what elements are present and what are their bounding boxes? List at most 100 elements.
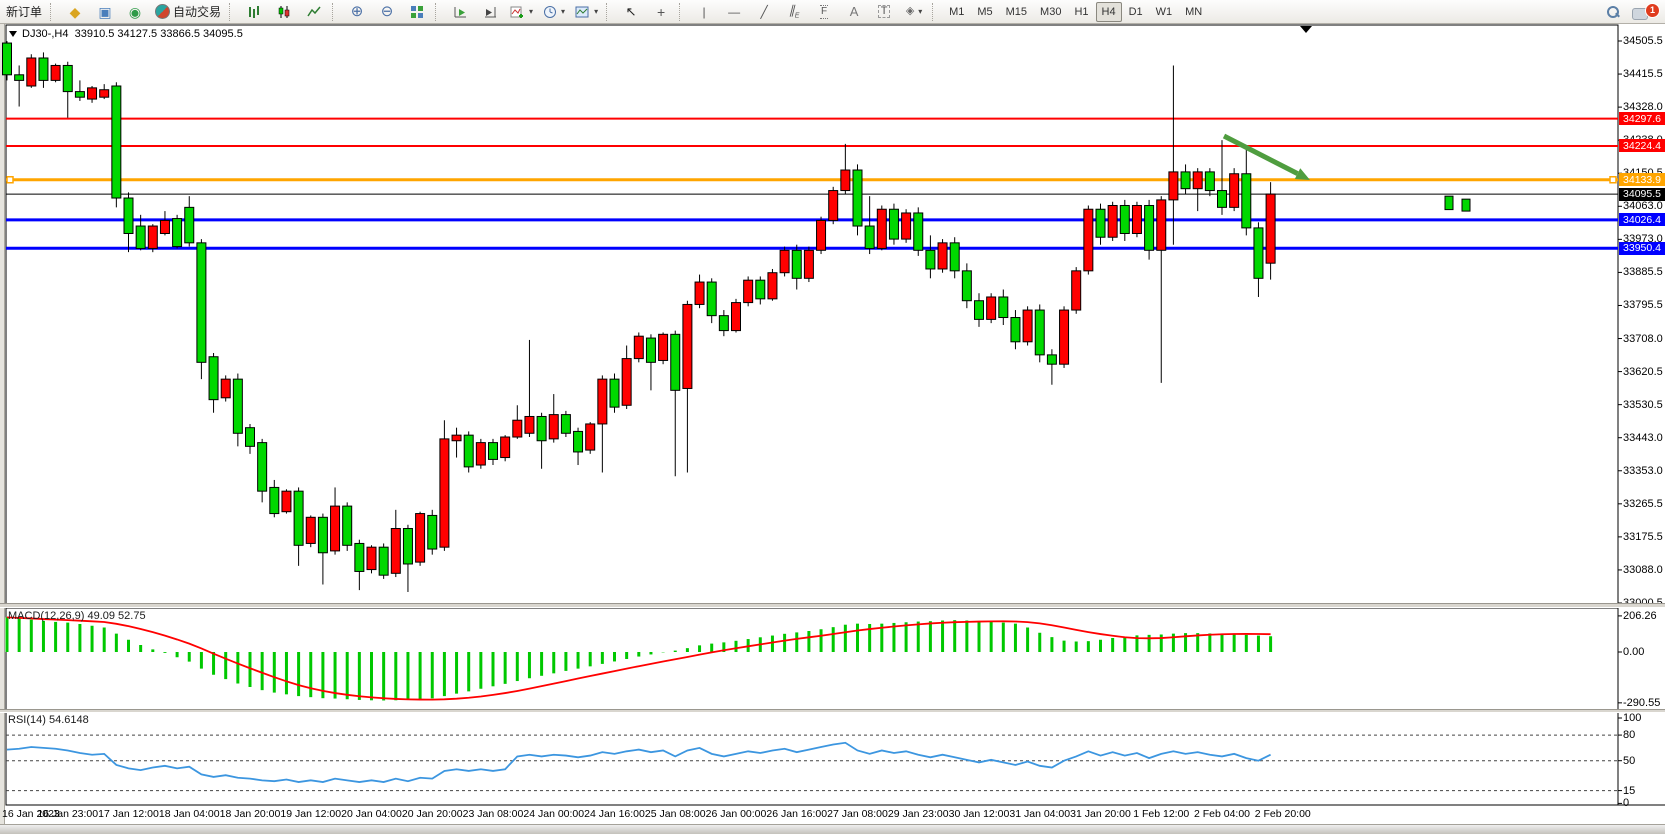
timeframe-button-h1[interactable]: H1	[1068, 2, 1094, 22]
panel-splitter[interactable]	[0, 603, 1665, 608]
timeframe-button-w1[interactable]: W1	[1150, 2, 1179, 22]
templates-button[interactable]: ▾	[571, 1, 602, 23]
chart-title: DJ30-,H4 33910.5 34127.5 33866.5 34095.5	[22, 28, 243, 40]
vertical-line-button[interactable]: |	[690, 1, 718, 23]
candle	[318, 517, 327, 552]
line-chart-button[interactable]	[300, 1, 328, 23]
date-axis-label: 23 Jan 08:00	[463, 808, 524, 820]
indicators-button[interactable]: ▾	[506, 1, 537, 23]
macd-axis-label: 206.26	[1623, 610, 1657, 622]
price-tick-label: 33443.0	[1623, 432, 1663, 444]
periods-button[interactable]: ▾	[539, 1, 569, 23]
candle	[100, 90, 109, 97]
shapes-button[interactable]: ◈▾	[900, 1, 928, 23]
label-button[interactable]: T	[870, 1, 898, 23]
price-tick-label: 33620.5	[1623, 366, 1663, 378]
date-axis-label: 18 Jan 20:00	[220, 808, 281, 820]
candle	[148, 226, 157, 248]
candle	[646, 338, 655, 362]
candle	[853, 170, 862, 226]
candle	[962, 271, 971, 301]
candle	[999, 297, 1008, 318]
timeframe-button-mn[interactable]: MN	[1179, 2, 1208, 22]
timeframe-button-m1[interactable]: M1	[943, 2, 970, 22]
horizontal-scrollbar[interactable]	[0, 824, 1665, 834]
rsi-axis-label: 80	[1623, 729, 1635, 741]
price-badge-34026.4: 34026.4	[1619, 213, 1665, 226]
price-badge-33950.4: 33950.4	[1619, 242, 1665, 255]
fibonacci-button[interactable]: F	[810, 1, 838, 23]
zoom-in-button[interactable]: ⊕	[343, 1, 371, 23]
rsi-axis-label: 15	[1623, 785, 1635, 797]
chart-shift-marker[interactable]	[1300, 26, 1312, 33]
search-icon	[1606, 5, 1620, 19]
new-order-button[interactable]: 新订单	[2, 1, 46, 23]
candle	[379, 547, 388, 575]
candle	[829, 191, 838, 221]
rsi-axis-label: 100	[1623, 712, 1641, 724]
arrow-annotation[interactable]	[1224, 136, 1298, 174]
candle	[331, 506, 340, 551]
signals-button[interactable]: ◉	[121, 1, 149, 23]
chat-button[interactable]: 1	[1629, 1, 1663, 23]
timeframe-button-d1[interactable]: D1	[1123, 2, 1149, 22]
horizontal-line-icon: —	[728, 6, 740, 18]
candle	[841, 170, 850, 191]
candle	[804, 250, 813, 278]
timeframe-button-h4[interactable]: H4	[1096, 2, 1122, 22]
candle	[561, 415, 570, 434]
candle	[877, 209, 886, 248]
toolbar-separator	[332, 3, 339, 21]
candle	[1193, 172, 1202, 189]
ohlc-bars-icon	[247, 5, 261, 19]
date-axis-label: 19 Jan 12:00	[280, 808, 341, 820]
crosshair-button[interactable]: +	[647, 1, 675, 23]
channel-button[interactable]: ∥E	[780, 1, 808, 23]
market-icon: ◆	[70, 5, 81, 19]
trendline-button[interactable]: ╱	[750, 1, 778, 23]
date-axis-label: 26 Jan 00:00	[706, 808, 767, 820]
candle	[574, 431, 583, 452]
collapse-triangle-icon[interactable]	[9, 31, 17, 37]
date-axis-label: 26 Jan 16:00	[766, 808, 827, 820]
candlestick-button[interactable]	[270, 1, 298, 23]
market-button[interactable]: ◆	[61, 1, 89, 23]
line-handle[interactable]	[7, 177, 13, 183]
text-button[interactable]: A	[840, 1, 868, 23]
toolbar-separator	[435, 3, 442, 21]
ohlc-bars-button[interactable]	[240, 1, 268, 23]
zoom-out-icon: ⊖	[381, 4, 394, 19]
rsi-axis-label: 50	[1623, 755, 1635, 767]
timeframe-button-m5[interactable]: M5	[971, 2, 998, 22]
candle	[1181, 172, 1190, 189]
accounts-button[interactable]: ▣	[91, 1, 119, 23]
new-order-label: 新订单	[6, 3, 42, 20]
panel-splitter[interactable]	[0, 709, 1665, 713]
tile-windows-button[interactable]	[403, 1, 431, 23]
chart-window: DJ30-,H4 33910.5 34127.5 33866.5 34095.5…	[0, 24, 1665, 834]
candle	[975, 301, 984, 320]
date-axis-label: 2 Feb 04:00	[1194, 808, 1250, 820]
candle	[659, 334, 668, 360]
search-button[interactable]	[1599, 1, 1627, 23]
zoom-out-button[interactable]: ⊖	[373, 1, 401, 23]
candle	[549, 415, 558, 439]
candle	[622, 359, 631, 406]
candle	[343, 506, 352, 545]
timeframe-button-m30[interactable]: M30	[1034, 2, 1067, 22]
autotrade-button[interactable]: 自动交易	[151, 1, 225, 23]
chevron-down-icon: ▾	[561, 7, 565, 16]
candle	[27, 58, 36, 86]
chart-shift-button[interactable]	[476, 1, 504, 23]
line-handle[interactable]	[1610, 177, 1616, 183]
date-axis-label: 29 Jan 23:00	[888, 808, 949, 820]
timeframe-button-m15[interactable]: M15	[1000, 2, 1033, 22]
cursor-button[interactable]: ↖	[617, 1, 645, 23]
toolbar-separator	[932, 3, 939, 21]
autoscroll-icon	[453, 5, 468, 19]
vertical-line-icon: |	[703, 6, 706, 18]
autoscroll-button[interactable]	[446, 1, 474, 23]
line-chart-icon	[307, 5, 321, 19]
horizontal-line-button[interactable]: —	[720, 1, 748, 23]
candle	[173, 219, 182, 247]
